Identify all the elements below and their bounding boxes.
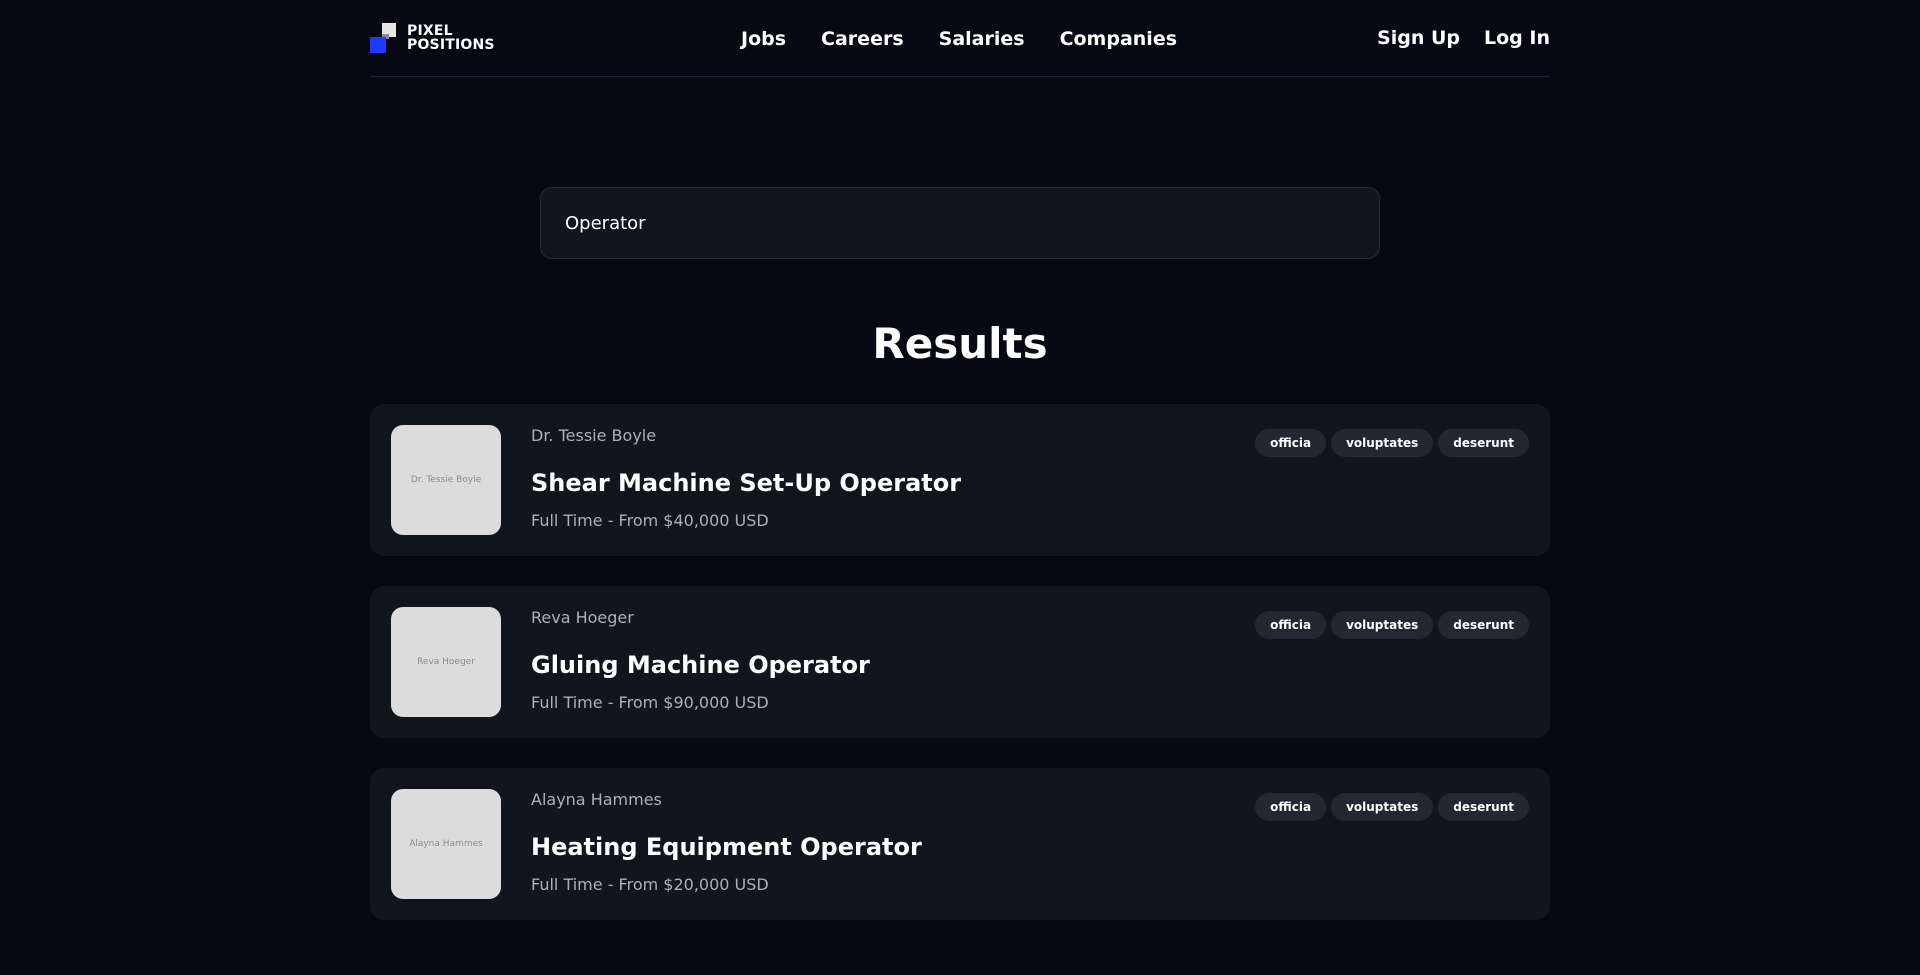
- job-title-link[interactable]: Gluing Machine Operator: [531, 651, 870, 679]
- job-title-link[interactable]: Heating Equipment Operator: [531, 833, 922, 861]
- job-meta: Full Time - From $40,000 USD: [531, 511, 769, 530]
- signup-link[interactable]: Sign Up: [1377, 27, 1460, 49]
- job-card[interactable]: Alayna Hammes Alayna Hammes Heating Equi…: [370, 768, 1550, 920]
- brand-logo[interactable]: PIXEL POSITIONS: [370, 23, 495, 53]
- tag-button[interactable]: voluptates: [1331, 429, 1434, 457]
- auth-links: Sign Up Log In: [1377, 27, 1550, 49]
- employer-logo: Reva Hoeger: [391, 607, 501, 717]
- employer-logo: Alayna Hammes: [391, 789, 501, 899]
- job-card[interactable]: Dr. Tessie Boyle Dr. Tessie Boyle Shear …: [370, 404, 1550, 556]
- tag-button[interactable]: officia: [1255, 429, 1327, 457]
- tag-button[interactable]: officia: [1255, 611, 1327, 639]
- tag-button[interactable]: voluptates: [1331, 793, 1434, 821]
- job-info: Dr. Tessie Boyle Shear Machine Set-Up Op…: [531, 425, 961, 535]
- tag-button[interactable]: deserunt: [1438, 611, 1529, 639]
- navbar: PIXEL POSITIONS Jobs Careers Salaries Co…: [370, 0, 1550, 77]
- nav-companies-link[interactable]: Companies: [1060, 28, 1177, 50]
- job-info: Alayna Hammes Heating Equipment Operator…: [531, 789, 922, 899]
- tag-list: officia voluptates deserunt: [1255, 429, 1529, 457]
- login-link[interactable]: Log In: [1484, 27, 1550, 49]
- job-meta: Full Time - From $90,000 USD: [531, 693, 769, 712]
- brand-line-2: POSITIONS: [407, 37, 495, 53]
- logo-icon: [370, 23, 401, 53]
- job-meta: Full Time - From $20,000 USD: [531, 875, 769, 894]
- nav-careers-link[interactable]: Careers: [821, 28, 904, 50]
- tag-list: officia voluptates deserunt: [1255, 793, 1529, 821]
- page: PIXEL POSITIONS Jobs Careers Salaries Co…: [370, 0, 1550, 920]
- nav-salaries-link[interactable]: Salaries: [939, 28, 1025, 50]
- search-input[interactable]: [540, 187, 1380, 259]
- employer-logo: Dr. Tessie Boyle: [391, 425, 501, 535]
- employer-name: Alayna Hammes: [531, 790, 662, 809]
- tag-button[interactable]: deserunt: [1438, 793, 1529, 821]
- results-heading: Results: [872, 319, 1048, 368]
- nav-jobs-link[interactable]: Jobs: [741, 28, 786, 50]
- job-info: Reva Hoeger Gluing Machine Operator Full…: [531, 607, 870, 717]
- job-card[interactable]: Reva Hoeger Reva Hoeger Gluing Machine O…: [370, 586, 1550, 738]
- employer-name: Dr. Tessie Boyle: [531, 426, 657, 445]
- tag-button[interactable]: deserunt: [1438, 429, 1529, 457]
- main-nav: Jobs Careers Salaries Companies: [741, 0, 1177, 77]
- job-title-link[interactable]: Shear Machine Set-Up Operator: [531, 469, 961, 497]
- tag-button[interactable]: officia: [1255, 793, 1327, 821]
- employer-name: Reva Hoeger: [531, 608, 634, 627]
- search-section: [370, 187, 1550, 259]
- tag-button[interactable]: voluptates: [1331, 611, 1434, 639]
- brand-name: PIXEL POSITIONS: [407, 24, 495, 52]
- tag-list: officia voluptates deserunt: [1255, 611, 1529, 639]
- job-results-list: Dr. Tessie Boyle Dr. Tessie Boyle Shear …: [370, 404, 1550, 920]
